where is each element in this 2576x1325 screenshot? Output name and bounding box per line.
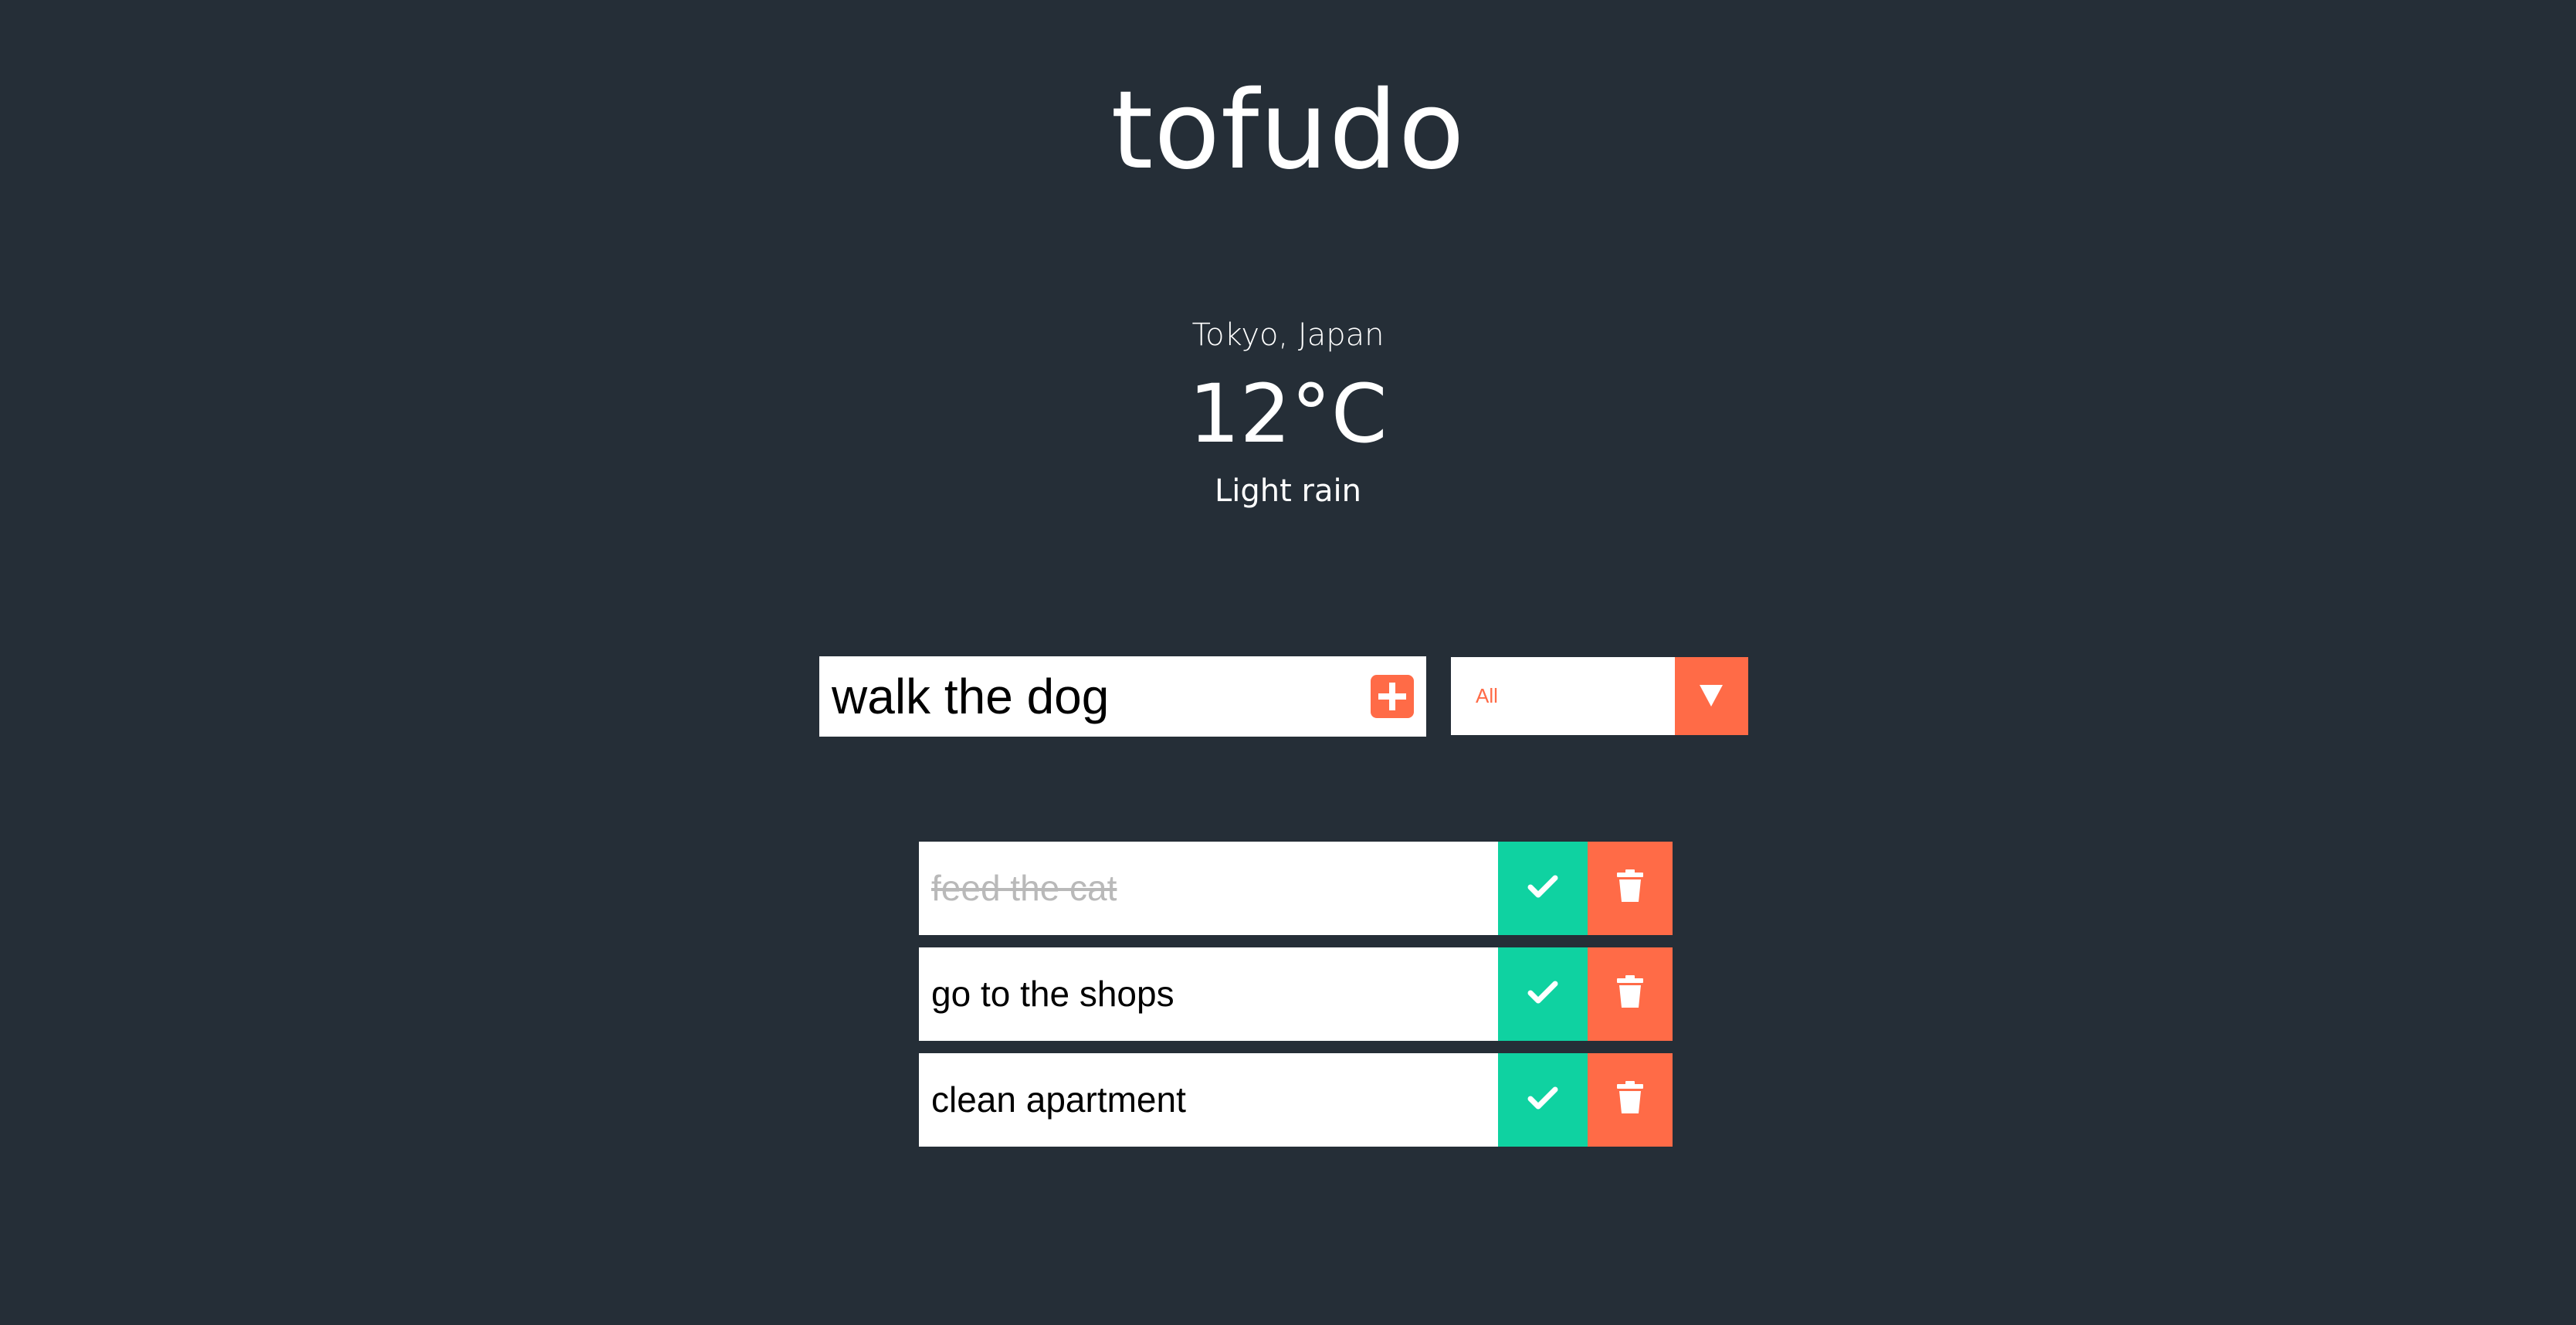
app-title: tofudo xyxy=(1110,68,1466,194)
filter-select[interactable]: All xyxy=(1451,657,1748,735)
weather-description: Light rain xyxy=(1215,473,1361,509)
todo-form xyxy=(819,656,1426,737)
todo-item: go to the shops xyxy=(919,947,1673,1041)
trash-icon xyxy=(1617,869,1643,902)
trash-icon xyxy=(1617,1081,1643,1113)
trash-icon xyxy=(1617,975,1643,1008)
check-icon xyxy=(1527,875,1558,898)
check-icon xyxy=(1527,1086,1558,1110)
delete-button[interactable] xyxy=(1588,1053,1673,1147)
check-icon xyxy=(1527,981,1558,1004)
triangle-down-icon xyxy=(1700,685,1723,707)
delete-button[interactable] xyxy=(1588,947,1673,1041)
complete-button[interactable] xyxy=(1498,842,1588,935)
add-todo-button[interactable] xyxy=(1371,675,1414,718)
filter-selected-value: All xyxy=(1476,684,1498,707)
todo-text: clean apartment xyxy=(931,1079,1186,1120)
weather-temperature: 12°C xyxy=(1188,367,1388,461)
todo-item: clean apartment xyxy=(919,1053,1673,1147)
complete-button[interactable] xyxy=(1498,947,1588,1041)
delete-button[interactable] xyxy=(1588,842,1673,935)
todo-list: feed the cat go to the shops clean apart… xyxy=(919,842,1673,1159)
todo-text: feed the cat xyxy=(931,868,1117,908)
todo-item: feed the cat xyxy=(919,842,1673,935)
todo-text: go to the shops xyxy=(931,974,1174,1014)
filter-dropdown-button[interactable] xyxy=(1675,657,1748,735)
todo-input[interactable] xyxy=(832,656,1357,737)
complete-button[interactable] xyxy=(1498,1053,1588,1147)
weather-location: Tokyo, Japan xyxy=(1191,317,1385,353)
